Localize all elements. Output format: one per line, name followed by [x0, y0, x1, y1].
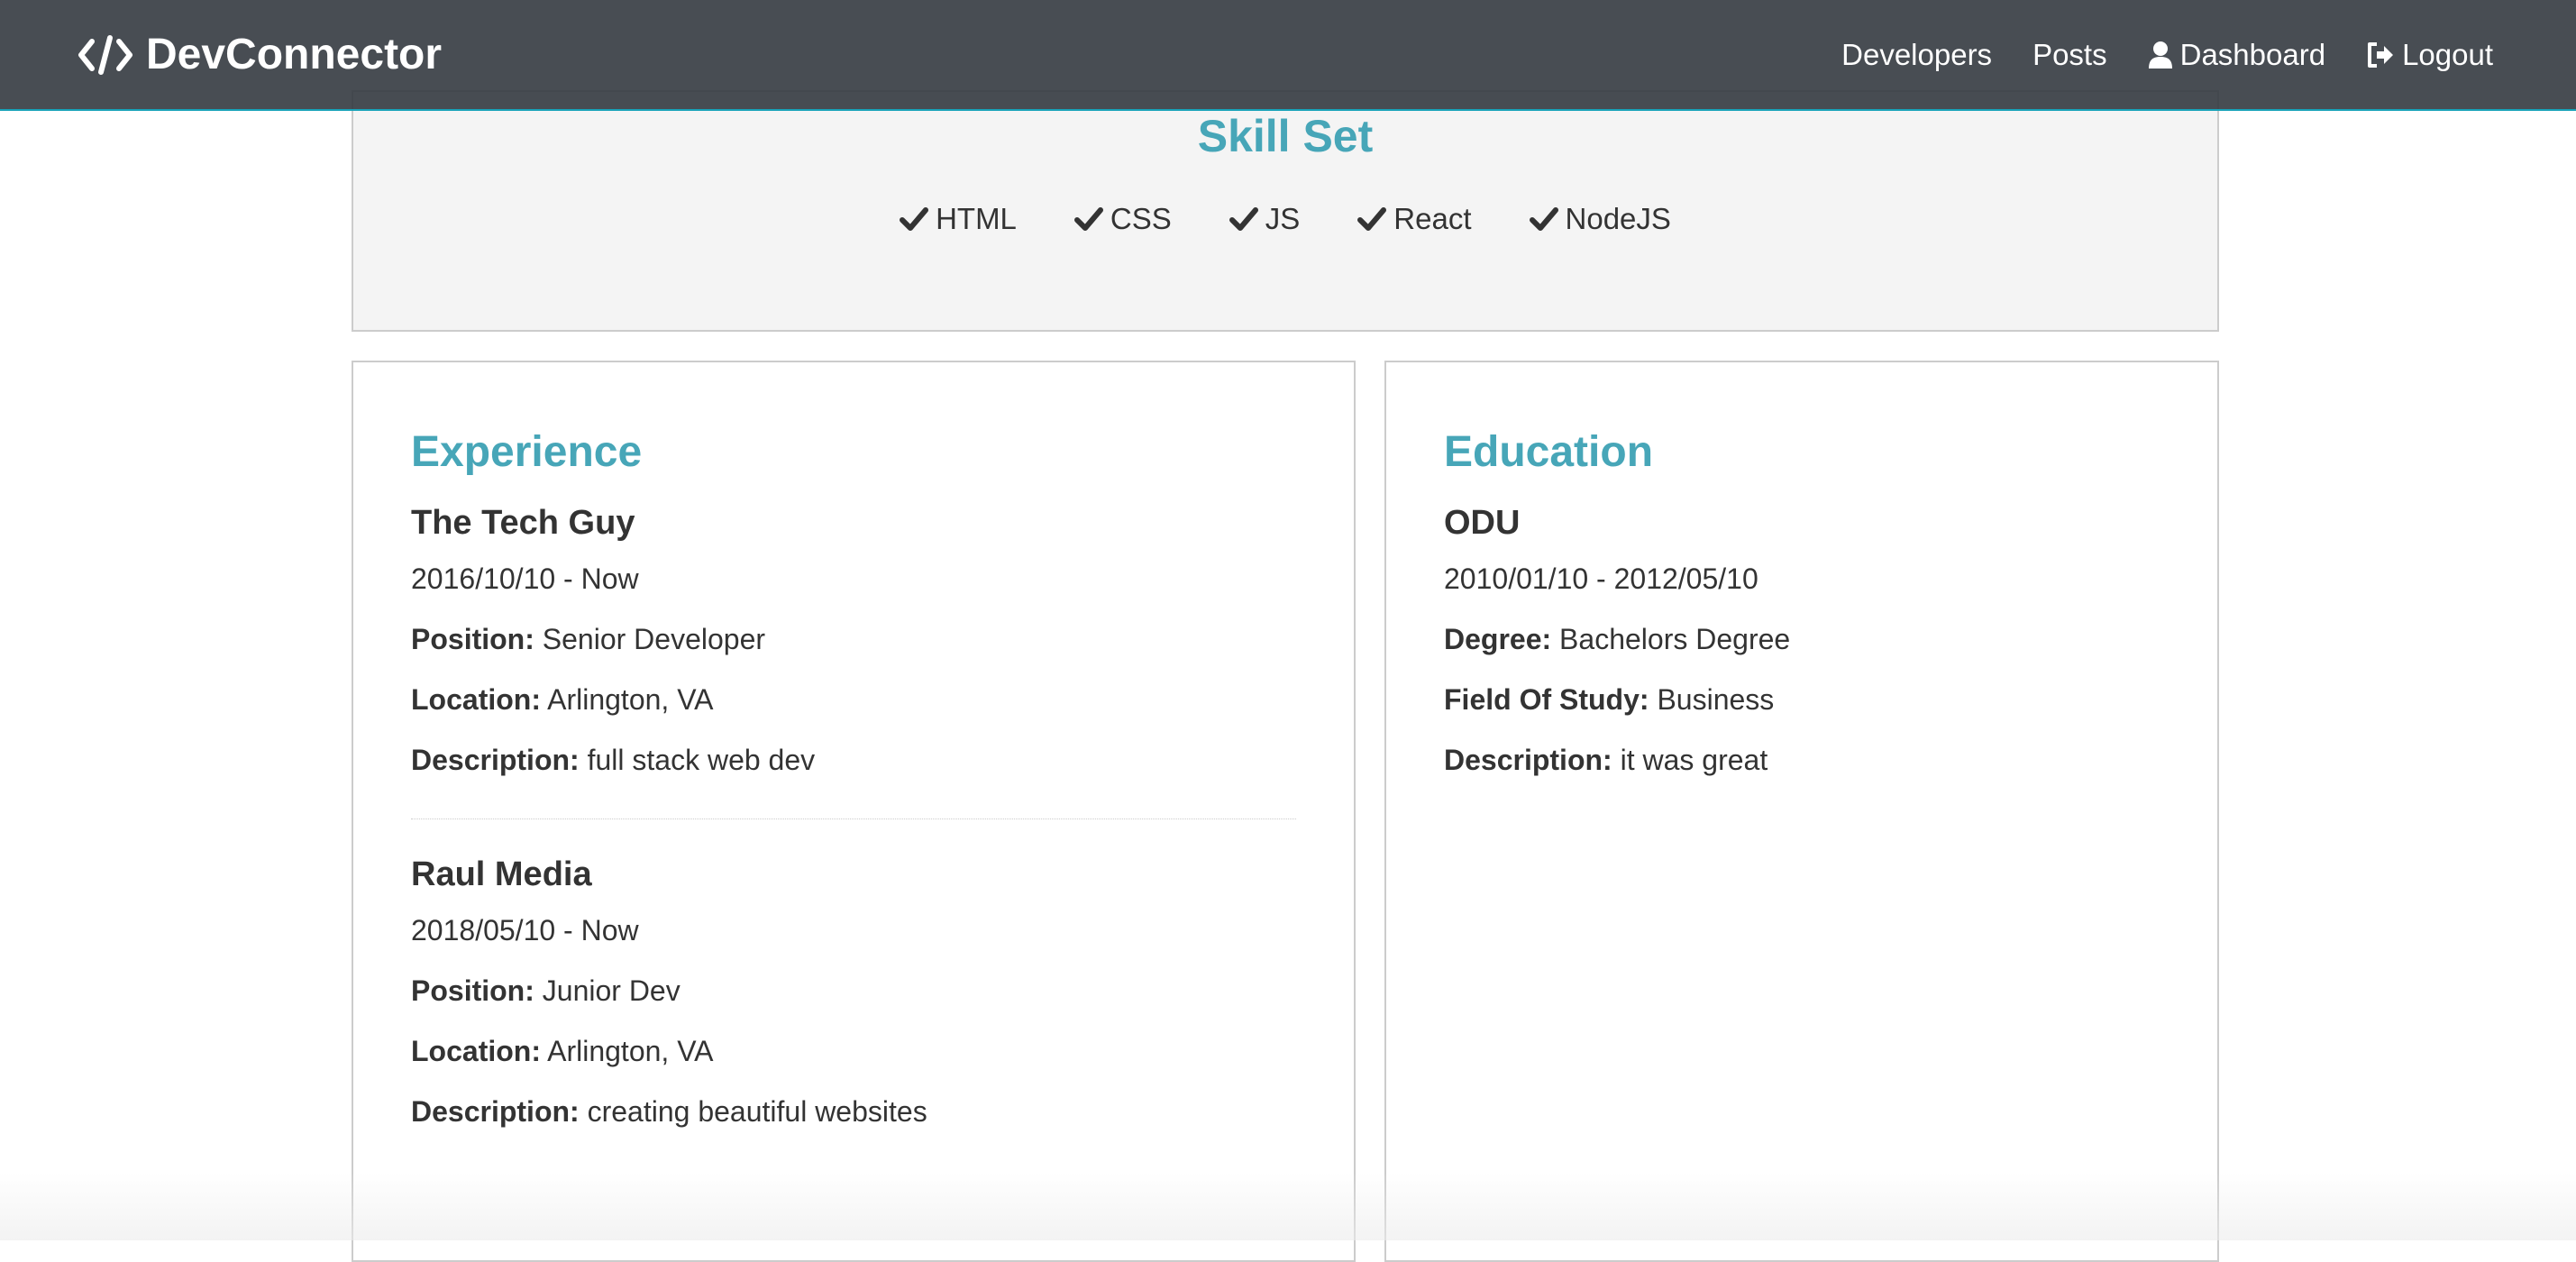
navbar: DevConnector Developers Posts Dashboard — [0, 0, 2576, 111]
experience-description: Description: full stack web dev — [411, 744, 1296, 777]
location-label: Location: — [411, 1035, 541, 1067]
entry-divider — [411, 818, 1296, 819]
skill-item: CSS — [1073, 202, 1172, 236]
skill-label: HTML — [936, 202, 1017, 235]
experience-dates: 2016/10/10 - Now — [411, 562, 639, 595]
check-icon — [900, 206, 929, 232]
company-name: The Tech Guy — [411, 504, 635, 542]
degree-label: Degree: — [1444, 623, 1552, 655]
position-label: Position: — [411, 623, 534, 655]
description-label: Description: — [411, 1095, 580, 1128]
nav-link-logout[interactable]: Logout — [2366, 38, 2493, 72]
skill-set-panel: Skill Set HTML CSS JS React NodeJS — [352, 90, 2219, 332]
nav-link-posts[interactable]: Posts — [2032, 38, 2107, 72]
position-value: Senior Developer — [542, 623, 766, 655]
experience-description: Description: creating beautiful websites — [411, 1095, 1296, 1129]
skill-label: CSS — [1110, 202, 1172, 235]
experience-dates: 2018/05/10 - Now — [411, 914, 639, 946]
skill-item: React — [1357, 202, 1472, 236]
experience-entry: The Tech Guy 2016/10/10 - Now Position: … — [411, 504, 1296, 777]
nav-link-label: Posts — [2032, 37, 2107, 71]
check-icon — [1357, 206, 1387, 232]
experience-title: Experience — [411, 428, 643, 476]
experience-position: Position: Senior Developer — [411, 623, 1296, 656]
degree-value: Bachelors Degree — [1559, 623, 1791, 655]
nav-link-dashboard[interactable]: Dashboard — [2148, 38, 2325, 72]
nav-link-label: Dashboard — [2179, 37, 2326, 71]
experience-position: Position: Junior Dev — [411, 974, 1296, 1008]
skill-list: HTML CSS JS React NodeJS — [353, 202, 2217, 236]
skill-item: NodeJS — [1529, 202, 1671, 236]
description-label: Description: — [411, 744, 580, 776]
nav-link-label: Logout — [2402, 37, 2493, 71]
field-label: Field Of Study: — [1444, 683, 1649, 716]
experience-card: Experience The Tech Guy 2016/10/10 - Now… — [352, 361, 1356, 1262]
location-value: Arlington, VA — [547, 1035, 714, 1067]
education-degree: Degree: Bachelors Degree — [1444, 623, 2160, 656]
education-description: Description: it was great — [1444, 744, 2160, 777]
education-entry: ODU 2010/01/10 - 2012/05/10 Degree: Bach… — [1444, 504, 2160, 777]
check-icon — [1229, 206, 1258, 232]
check-icon — [1529, 206, 1558, 232]
sign-out-icon — [2366, 41, 2395, 69]
brand-name: DevConnector — [146, 31, 443, 78]
experience-entry: Raul Media 2018/05/10 - Now Position: Ju… — [411, 855, 1296, 1129]
location-label: Location: — [411, 683, 541, 716]
check-icon — [1073, 206, 1103, 232]
skill-label: React — [1393, 202, 1472, 235]
position-label: Position: — [411, 974, 534, 1007]
nav-links: Developers Posts Dashboard Logout — [1801, 38, 2493, 72]
experience-location: Location: Arlington, VA — [411, 683, 1296, 717]
education-dates: 2010/01/10 - 2012/05/10 — [1444, 562, 1758, 595]
location-value: Arlington, VA — [547, 683, 714, 716]
skill-label: NodeJS — [1565, 202, 1671, 235]
company-name: Raul Media — [411, 855, 592, 893]
skill-set-title: Skill Set — [1197, 111, 1374, 161]
education-title: Education — [1444, 428, 1654, 476]
skill-item: JS — [1229, 202, 1301, 236]
school-name: ODU — [1444, 504, 1521, 542]
position-value: Junior Dev — [542, 974, 681, 1007]
brand-link[interactable]: DevConnector — [78, 30, 442, 79]
skill-label: JS — [1265, 202, 1301, 235]
skill-item: HTML — [900, 202, 1017, 236]
code-icon — [78, 34, 133, 76]
education-field: Field Of Study: Business — [1444, 683, 2160, 717]
description-value: creating beautiful websites — [587, 1095, 927, 1128]
description-value: full stack web dev — [587, 744, 816, 776]
user-icon — [2148, 41, 2173, 69]
description-label: Description: — [1444, 744, 1612, 776]
description-value: it was great — [1620, 744, 1768, 776]
nav-link-developers[interactable]: Developers — [1841, 38, 1992, 72]
education-card: Education ODU 2010/01/10 - 2012/05/10 De… — [1384, 361, 2219, 1262]
field-value: Business — [1657, 683, 1775, 716]
experience-location: Location: Arlington, VA — [411, 1035, 1296, 1068]
nav-link-label: Developers — [1841, 37, 1993, 71]
